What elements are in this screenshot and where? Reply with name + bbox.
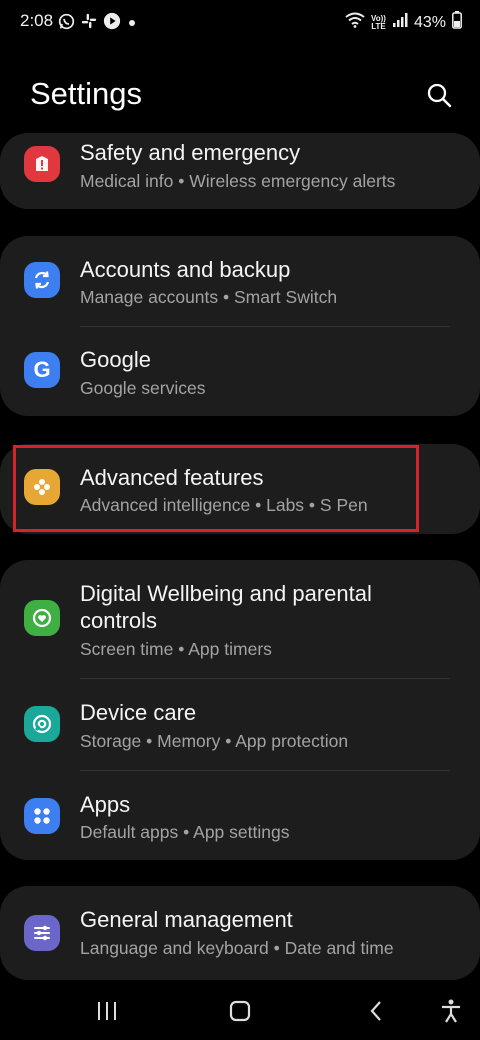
item-title: Safety and emergency	[80, 140, 301, 165]
settings-item-accounts[interactable]: Accounts and backup Manage accounts • Sm…	[0, 236, 480, 326]
settings-item-safety[interactable]: Safety and emergency Medical info • Wire…	[0, 133, 480, 209]
device-care-icon	[24, 706, 60, 742]
navigation-bar	[0, 980, 480, 1040]
item-subtitle: Medical info • Wireless emergency alerts	[80, 171, 396, 191]
item-subtitle: Google services	[80, 378, 206, 398]
whatsapp-icon	[58, 13, 75, 35]
home-icon	[229, 1000, 251, 1022]
item-subtitle: Language and keyboard • Date and time	[80, 938, 394, 958]
status-time: 2:08	[20, 11, 54, 30]
alert-icon	[24, 146, 60, 182]
slack-icon	[81, 13, 97, 34]
item-subtitle: Default apps • App settings	[80, 822, 290, 842]
google-icon: G	[24, 352, 60, 388]
wifi-icon	[345, 12, 365, 33]
item-subtitle: Storage • Memory • App protection	[80, 731, 349, 751]
sliders-icon	[24, 915, 60, 951]
recents-button[interactable]	[93, 998, 121, 1024]
youtube-icon	[103, 12, 121, 35]
recents-icon	[98, 1002, 116, 1020]
highlight-box	[13, 445, 419, 532]
item-title: Accounts and backup	[80, 257, 291, 282]
item-title-line2: controls	[80, 608, 158, 633]
sync-icon	[24, 262, 60, 298]
accessibility-button[interactable]	[437, 998, 465, 1024]
apps-icon	[24, 798, 60, 834]
signal-icon	[392, 12, 408, 33]
item-title: Device care	[80, 700, 197, 725]
dot-icon	[127, 15, 137, 33]
settings-item-device-care[interactable]: Device care Storage • Memory • App prote…	[0, 678, 480, 770]
search-icon	[427, 83, 452, 108]
settings-item-general-management[interactable]: General management Language and keyboard…	[0, 886, 480, 980]
settings-item-apps[interactable]: Apps Default apps • App settings	[0, 770, 480, 860]
item-title-line1: Digital Wellbeing and parental	[80, 581, 372, 606]
status-bar: 2:08 Vo)) LTE 43%	[0, 0, 480, 44]
wellbeing-icon	[24, 600, 60, 636]
settings-item-digital-wellbeing[interactable]: Digital Wellbeing and parental controls …	[0, 560, 480, 678]
settings-item-google[interactable]: G Google Google services	[0, 326, 480, 416]
home-button[interactable]	[226, 998, 254, 1024]
back-button[interactable]	[362, 998, 390, 1024]
item-subtitle: Manage accounts • Smart Switch	[80, 287, 338, 307]
page-title: Settings	[30, 76, 143, 111]
back-icon	[370, 1001, 381, 1021]
volte-indicator: Vo)) LTE	[371, 13, 386, 31]
battery-percent: 43%	[413, 13, 446, 31]
battery-icon	[452, 11, 462, 34]
item-title: Apps	[80, 792, 131, 817]
item-title: Google	[80, 347, 151, 372]
item-title: General management	[80, 907, 293, 932]
search-button[interactable]	[424, 80, 456, 112]
accessibility-icon	[442, 999, 460, 1023]
item-subtitle: Screen time • App timers	[80, 639, 272, 659]
